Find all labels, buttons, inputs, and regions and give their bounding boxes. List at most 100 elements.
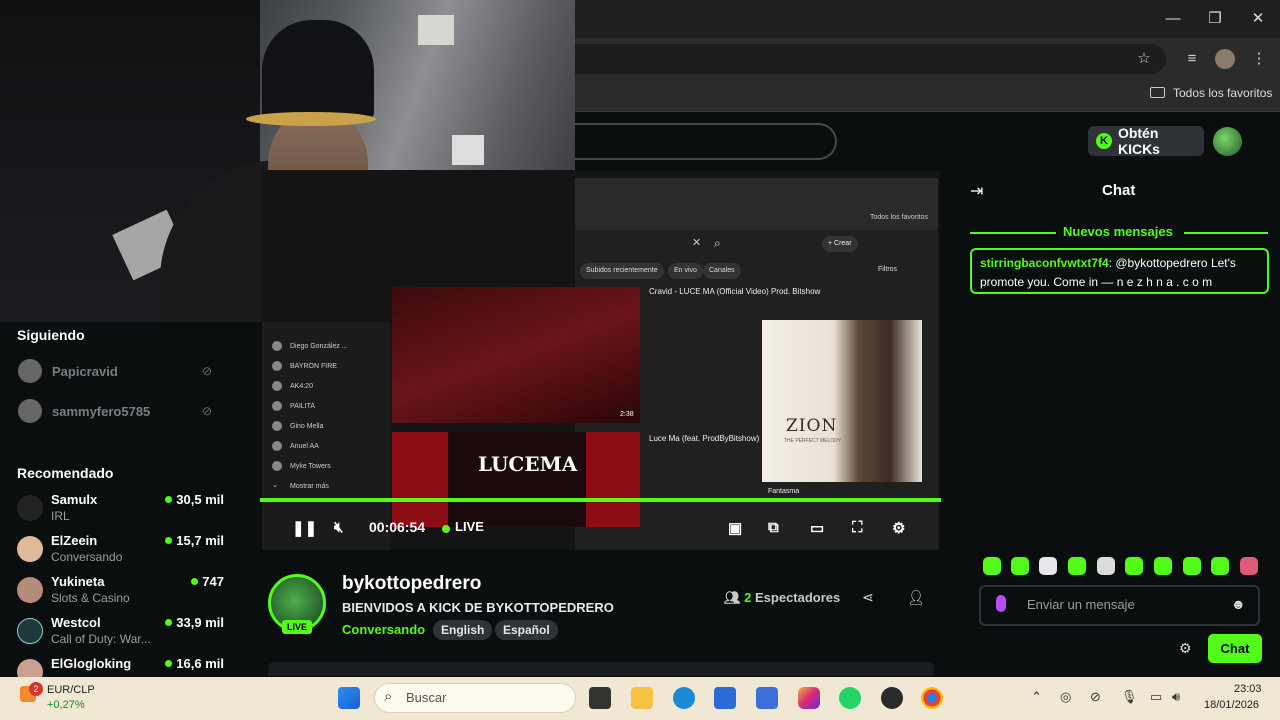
progress-bar[interactable] xyxy=(260,498,941,502)
theater-icon[interactable]: ▭ xyxy=(810,519,824,537)
stream-category[interactable]: Conversando xyxy=(342,622,425,637)
avatar xyxy=(272,341,282,351)
wifi-off-icon[interactable]: ⊘ xyxy=(1090,689,1101,705)
emote-icon[interactable] xyxy=(1068,557,1086,575)
channel-category: Call of Duty: War... xyxy=(51,632,151,646)
album-title: ZION xyxy=(786,416,838,436)
yt-chip: Canales xyxy=(703,263,741,279)
get-kicks-button[interactable]: K Obtén KICKs xyxy=(1088,125,1204,157)
profile-avatar[interactable] xyxy=(1215,49,1235,69)
menu-icon[interactable]: ⋮ xyxy=(1247,47,1271,71)
yt-side-item: BAYRON FIRE xyxy=(290,362,337,370)
emote-icon[interactable] xyxy=(983,557,1001,575)
ticker-name[interactable]: EUR/CLP xyxy=(47,684,95,696)
emote-icon[interactable] xyxy=(1183,557,1201,575)
clock-date[interactable]: 18/01/2026 xyxy=(1204,699,1259,711)
store-icon[interactable] xyxy=(714,687,736,709)
divider xyxy=(1184,232,1268,234)
player-live-label: LIVE xyxy=(455,519,484,534)
channel-category: Conversando xyxy=(51,550,123,564)
address-bar[interactable] xyxy=(560,44,1166,74)
taskbar-search[interactable] xyxy=(374,683,576,713)
file-explorer-icon[interactable] xyxy=(631,687,653,709)
minimize-button[interactable]: — xyxy=(1158,8,1188,30)
mute-icon[interactable]: 🔇︎ xyxy=(334,519,343,536)
recommended-item[interactable]: ElZeein Conversando 15,7 mil xyxy=(17,533,240,574)
windows-start-icon[interactable] xyxy=(338,687,360,709)
emote-icon[interactable] xyxy=(1097,557,1115,575)
following-item[interactable]: Papicravid ⊘ xyxy=(18,351,228,391)
emote-icon[interactable] xyxy=(1125,557,1143,575)
emote-icon[interactable] xyxy=(1011,557,1029,575)
star-bookmark-icon[interactable]: ☆ xyxy=(1132,47,1156,71)
follow-icon[interactable]: 👤︎ xyxy=(907,589,925,606)
video-thumbnail xyxy=(392,432,640,527)
chrome-icon[interactable] xyxy=(921,687,943,709)
emote-icon[interactable] xyxy=(1240,557,1258,575)
network-icon[interactable]: ◎ xyxy=(1060,689,1071,705)
task-view-icon[interactable] xyxy=(589,687,611,709)
collapse-chat-icon[interactable]: ⇥ xyxy=(970,181,983,201)
users-icon: 👥︎ xyxy=(724,590,741,605)
whatsapp-icon[interactable] xyxy=(839,687,861,709)
avatar xyxy=(272,421,282,431)
close-button[interactable]: ✕ xyxy=(1243,8,1273,30)
clip-icon[interactable]: ⧉ xyxy=(768,519,779,536)
channel-name[interactable]: bykottopedrero xyxy=(342,573,481,595)
edge-icon[interactable] xyxy=(673,687,695,709)
yt-side-item: AK4:20 xyxy=(290,382,313,390)
clock-time[interactable]: 23:03 xyxy=(1234,683,1262,695)
emote-icon[interactable] xyxy=(1211,557,1229,575)
player-controls: ❚❚ 🔇︎ 00:06:54 LIVE ▣ ⧉ ▭ ⛶ ⚙ xyxy=(262,515,938,551)
player-time: 00:06:54 xyxy=(369,519,426,535)
avatar xyxy=(272,401,282,411)
pause-icon[interactable]: ❚❚ xyxy=(292,519,317,537)
mic-icon[interactable]: 🎙︎ xyxy=(1121,689,1138,705)
video-title: Cravid - LUCE MA (Official Video) Prod. … xyxy=(649,287,821,296)
channel-name: Samulx xyxy=(51,492,98,507)
fullscreen-icon[interactable]: ⛶ xyxy=(852,519,863,536)
channel-category: Slots & Casino xyxy=(51,591,130,605)
recommended-item[interactable]: Westcol Call of Duty: War... 33,9 mil xyxy=(17,615,240,656)
viewer-count: 2 xyxy=(744,590,752,605)
recommended-item[interactable]: Yukineta Slots & Casino 747 xyxy=(17,574,240,615)
user-avatar[interactable] xyxy=(1213,127,1242,156)
avatar xyxy=(18,359,42,383)
site-search-input[interactable] xyxy=(560,123,837,160)
chevron-down-icon: ⌄ xyxy=(272,482,278,489)
search-icon: ⌕ xyxy=(384,688,393,705)
chat-message: stirringbaconfvwtxt7f4: @bykottopedrero … xyxy=(970,248,1269,294)
instagram-icon[interactable] xyxy=(798,687,820,709)
channel-name: Yukineta xyxy=(51,574,105,589)
recommended-title: Recomendado xyxy=(17,465,114,481)
tag-english[interactable]: English xyxy=(433,620,493,640)
settings-icon[interactable]: ⚙ xyxy=(892,519,905,537)
shared-create-button: + Crear xyxy=(822,236,858,252)
media-control-icon[interactable]: ≡ xyxy=(1180,47,1204,71)
live-dot-icon xyxy=(165,537,173,544)
outlook-icon[interactable] xyxy=(756,687,778,709)
maximize-button[interactable]: ❐ xyxy=(1200,8,1230,30)
avatar xyxy=(272,361,282,371)
recommended-item[interactable]: Samulx IRL 30,5 mil xyxy=(17,492,240,533)
chevron-up-icon[interactable]: ⌃ xyxy=(1031,689,1042,705)
mic-icon[interactable] xyxy=(996,595,1006,612)
chat-send-button[interactable]: Chat xyxy=(1208,634,1262,663)
new-messages-label[interactable]: Nuevos mensajes xyxy=(1063,224,1173,239)
divider xyxy=(970,232,1056,234)
emote-icon[interactable] xyxy=(1039,557,1057,575)
volume-icon[interactable]: 🔊︎ xyxy=(1172,689,1180,705)
emote-icon[interactable] xyxy=(1154,557,1172,575)
display-icon[interactable]: ▭ xyxy=(1150,689,1162,705)
bookmarks-folder[interactable]: Todos los favoritos xyxy=(1173,86,1272,100)
pip-icon[interactable]: ▣ xyxy=(728,519,742,537)
share-icon[interactable]: ⋖ xyxy=(862,589,874,606)
following-item[interactable]: sammyfero5785 ⊘ xyxy=(18,391,228,431)
app-icon[interactable] xyxy=(881,687,903,709)
live-dot-icon xyxy=(191,578,199,585)
emoji-icon[interactable]: ☻ xyxy=(1231,596,1246,612)
yt-side-item: Mostrar más xyxy=(290,482,329,490)
chat-username[interactable]: stirringbaconfvwtxt7f4 xyxy=(980,256,1109,270)
tag-espanol[interactable]: Español xyxy=(495,620,558,640)
chat-settings-icon[interactable]: ⚙ xyxy=(1179,640,1192,657)
